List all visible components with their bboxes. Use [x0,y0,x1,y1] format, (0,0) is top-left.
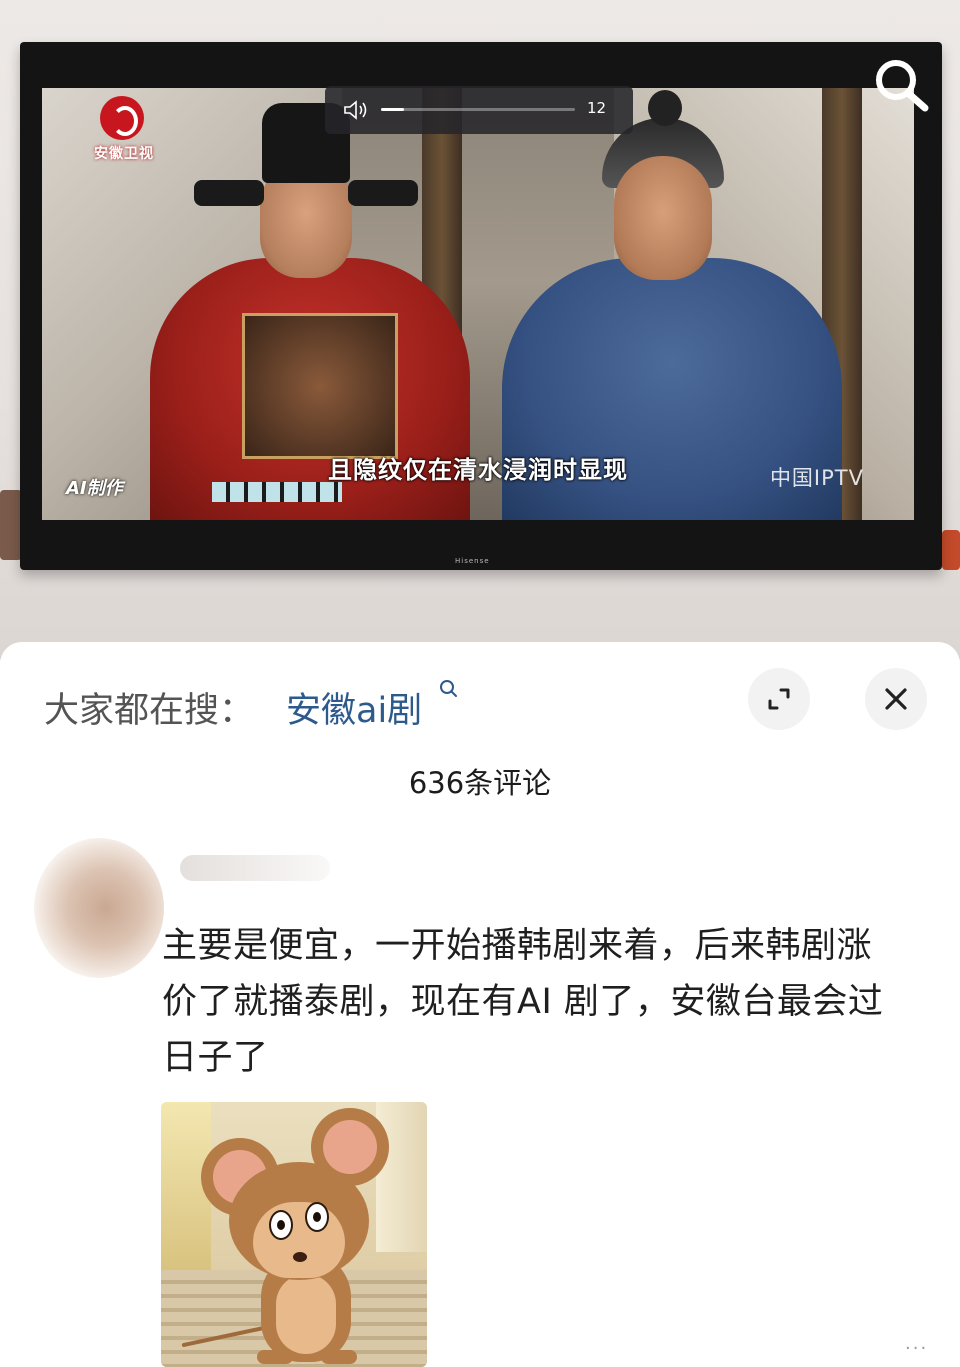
left-figure-belt [212,482,342,502]
volume-slider-fill [381,108,405,111]
station-logo-mark [100,96,144,140]
wall-decor-right [942,530,960,570]
image-post [376,1102,427,1252]
search-icon[interactable] [438,678,460,700]
mouse-foot [321,1350,357,1364]
trending-search-term[interactable]: 安徽ai剧 [286,682,422,733]
more-icon[interactable]: ··· [905,1338,928,1359]
expand-button[interactable] [748,668,810,730]
avatar[interactable] [34,838,164,978]
mouse-pupil [313,1212,321,1222]
comment-text: 主要是便宜，一开始播韩剧来着，后来韩剧涨价了就播泰剧，现在有AI 剧了，安徽台最… [162,926,884,1078]
tv-photo: 安徽卫视 AI制作 且隐纹仅在清水浸润时显现 中国IPTV 12 Hisense [0,0,960,660]
volume-overlay: 12 [325,86,633,134]
tv-brand: Hisense [455,557,490,565]
mouse-nose [293,1252,307,1262]
close-button[interactable] [865,668,927,730]
left-figure-emblem [242,313,398,459]
wall-decor-left [0,490,22,560]
station-logo: 安徽卫视 [88,96,158,162]
trending-search-label: 大家都在搜： [44,691,255,731]
station-logo-glyph [112,106,138,136]
mouse-eye [305,1202,329,1232]
volume-slider [381,108,575,111]
comment-count: 636条评论 [408,766,552,800]
username[interactable] [180,855,330,881]
right-figure-head [614,156,712,280]
tv-screen: 安徽卫视 AI制作 且隐纹仅在清水浸润时显现 中国IPTV [42,88,914,520]
volume-value: 12 [587,99,607,117]
mouse-belly [276,1274,336,1354]
left-figure-hat-wing [194,180,264,206]
mouse-eye [269,1210,293,1240]
mouse-face [253,1202,345,1278]
left-figure-hat-wing [348,180,418,206]
mouse-foot [257,1350,293,1364]
search-icon [876,60,929,112]
iptv-watermark: 中国IPTV [769,466,864,490]
station-name: 安徽卫视 [94,146,154,162]
mouse-ear-inner [323,1120,377,1174]
mouse-pupil [277,1220,285,1230]
comment-image[interactable] [161,1102,427,1367]
close-icon [885,688,907,710]
speaker-icon [344,100,367,120]
expand-icon [768,688,790,710]
right-figure-bun [648,90,682,126]
